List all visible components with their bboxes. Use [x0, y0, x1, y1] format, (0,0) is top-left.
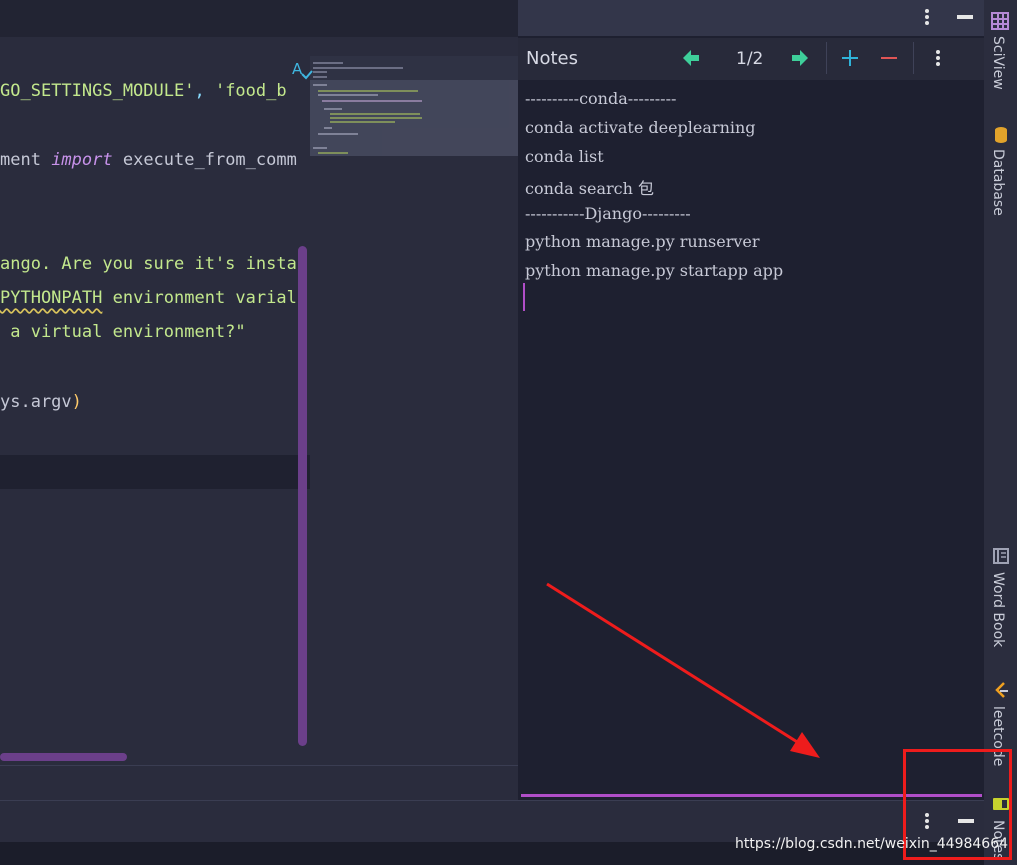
- code-line-5[interactable]: a virtual environment?": [0, 322, 246, 342]
- tab-label: Word Book: [990, 572, 1006, 648]
- tab-label: Database: [990, 149, 1006, 216]
- minimap-line: [318, 152, 348, 154]
- note-line: conda activate deeplearning: [525, 118, 756, 137]
- code-text: execute_from_comm: [112, 150, 297, 170]
- minimap-line: [313, 147, 327, 149]
- svg-text:A: A: [292, 60, 303, 78]
- note-line: -----------Django---------: [525, 204, 691, 223]
- code-editor[interactable]: GO_SETTINGS_MODULE', 'food_b ment import…: [0, 0, 518, 800]
- remove-note-icon[interactable]: [880, 47, 898, 69]
- code-string: environment varial: [102, 288, 297, 308]
- word-book-tab[interactable]: Word Book: [984, 544, 1017, 654]
- minimap-line: [313, 76, 327, 78]
- minimap-line: [313, 67, 403, 69]
- minimap-line: [330, 121, 395, 123]
- editor-tab-bar: [0, 0, 518, 37]
- code-line-2[interactable]: ment import execute_from_comm: [0, 150, 297, 170]
- minimap-line: [322, 100, 422, 102]
- minimap-line: [313, 62, 343, 64]
- notes-toolbar: Notes 1/2: [518, 38, 984, 80]
- more-options-icon[interactable]: [919, 6, 935, 28]
- minimap-line: [318, 90, 418, 92]
- code-keyword: import: [51, 150, 113, 170]
- code-string: 'food_b: [214, 81, 287, 101]
- minimap-line: [330, 117, 422, 119]
- database-icon: [995, 127, 1007, 143]
- page-indicator: 1/2: [736, 49, 764, 69]
- note-line: python manage.py startapp app: [525, 261, 784, 280]
- book-icon: [993, 548, 1009, 564]
- divider: [826, 42, 827, 74]
- notes-title: Notes: [526, 48, 578, 69]
- minimap-viewport[interactable]: [310, 80, 518, 156]
- code-line-6[interactable]: ys.argv): [0, 392, 82, 412]
- note-line: conda list: [525, 147, 604, 166]
- code-line-4[interactable]: PYTHONPATH environment varial: [0, 288, 297, 308]
- note-line: python manage.py runserver: [525, 232, 760, 251]
- code-string: ango. Are you sure it's insta: [0, 254, 297, 274]
- more-options-icon[interactable]: [930, 47, 946, 69]
- note-line: conda search 包: [525, 179, 654, 198]
- code-line-3[interactable]: ango. Are you sure it's insta: [0, 254, 297, 274]
- minimap-line: [318, 133, 358, 135]
- right-tool-window-stripe: SciView Database Word Book leetcode Note…: [984, 0, 1017, 865]
- sciview-tab[interactable]: SciView: [984, 6, 1017, 96]
- minimap-line: [324, 127, 332, 129]
- code-line-1[interactable]: GO_SETTINGS_MODULE', 'food_b: [0, 81, 287, 101]
- code-string-warning: PYTHONPATH: [0, 288, 103, 308]
- code-paren: ): [71, 392, 82, 412]
- watermark-text: https://blog.csdn.net/weixin_44984664: [735, 836, 1009, 852]
- database-tab[interactable]: Database: [984, 124, 1017, 219]
- grid-icon: [991, 12, 1009, 30]
- editor-horizontal-scrollbar[interactable]: [0, 753, 127, 761]
- editor-vertical-scrollbar[interactable]: [298, 246, 307, 746]
- note-line: ----------conda---------: [525, 89, 677, 108]
- notes-panel-header: [518, 0, 984, 36]
- minimap-line: [313, 84, 327, 86]
- divider: [0, 765, 518, 766]
- minimize-icon[interactable]: [956, 6, 974, 28]
- add-note-icon[interactable]: [841, 47, 859, 69]
- arrow-right-icon[interactable]: [790, 47, 810, 69]
- red-arrow-annotation: [546, 582, 820, 758]
- arrow-left-icon[interactable]: [681, 47, 701, 69]
- minimap-line: [324, 108, 342, 110]
- leetcode-icon: [995, 682, 1008, 698]
- code-text: ys.argv: [0, 392, 72, 412]
- tab-label: SciView: [990, 36, 1006, 90]
- inspection-widget-icon[interactable]: A: [291, 59, 313, 81]
- text-caret: [523, 283, 525, 311]
- minimap-line: [318, 94, 378, 96]
- code-string: a virtual environment?": [0, 322, 246, 342]
- code-punct: ,: [194, 81, 215, 101]
- code-text: ment: [0, 150, 52, 170]
- minimap-line: [330, 113, 420, 115]
- code-string: GO_SETTINGS_MODULE': [0, 81, 195, 101]
- divider: [913, 42, 914, 74]
- minimap-line: [313, 71, 327, 73]
- current-line-highlight: [0, 455, 310, 489]
